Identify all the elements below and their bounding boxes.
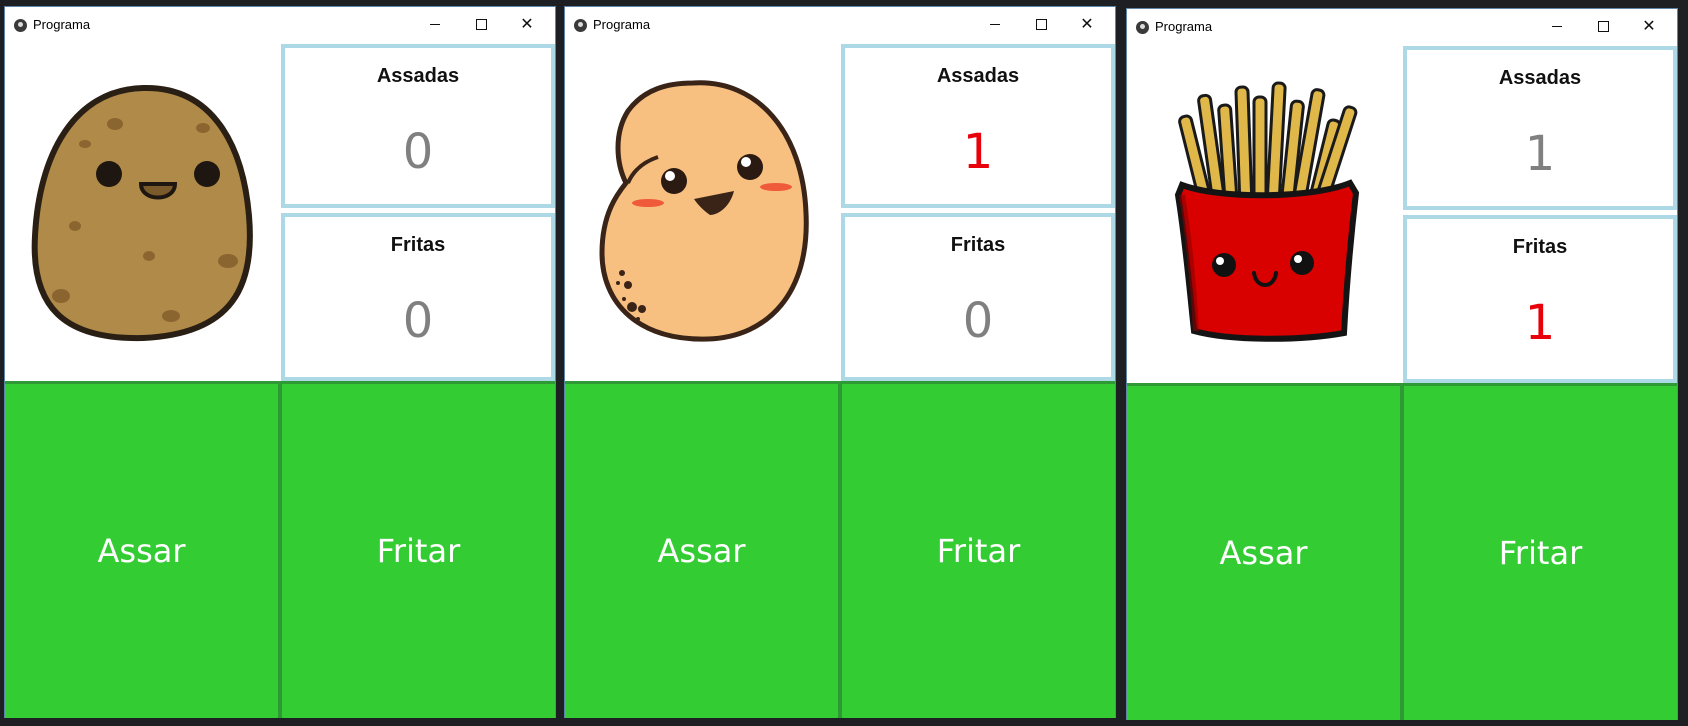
assadas-label: Assadas [1498,67,1582,89]
maximize-icon [1035,18,1047,30]
french-fries-icon [1174,81,1359,342]
app-content: Assadas 1 Fritas 0 Assar Fritar [565,41,1115,718]
maximize-button[interactable] [461,11,501,37]
assadas-label: Assadas [376,65,460,87]
food-image-pane [5,41,280,380]
title-bar[interactable]: Programa ✕ [1127,9,1677,43]
app-window-3: Programa ✕ Assadas 1 Fritas 1 Assar Frit… [1126,8,1678,720]
kivy-app-icon [1136,21,1149,34]
fritas-value: 0 [962,293,994,349]
kivy-app-icon [14,19,27,32]
app-content: Assadas 0 Fritas 0 Assar Fritar [5,41,555,718]
fritar-button[interactable]: Fritar [842,384,1115,718]
kivy-app-icon [574,19,587,32]
title-bar[interactable]: Programa ✕ [5,7,555,41]
assar-button[interactable]: Assar [1127,386,1400,720]
assar-button[interactable]: Assar [5,384,278,718]
fritas-value: 1 [1524,295,1556,351]
close-button[interactable]: ✕ [1067,11,1107,37]
assadas-value: 1 [962,124,994,180]
fritar-button[interactable]: Fritar [282,384,555,718]
minimize-button[interactable] [1537,13,1577,39]
minimize-icon [430,23,440,25]
fritas-label: Fritas [390,234,446,256]
maximize-icon [475,18,487,30]
close-icon: ✕ [1080,14,1094,33]
app-window-2: Programa ✕ Assadas 1 Fritas 0 Assar Frit… [564,6,1116,718]
fritas-label: Fritas [1512,236,1568,258]
close-button[interactable]: ✕ [1629,13,1669,39]
maximize-button[interactable] [1021,11,1061,37]
assadas-counter: Assadas 1 [841,44,1115,208]
minimize-icon [990,23,1000,25]
baked-potato-icon [598,80,809,342]
close-icon: ✕ [1642,16,1656,35]
assar-button[interactable]: Assar [565,384,838,718]
minimize-button[interactable] [415,11,455,37]
minimize-button[interactable] [975,11,1015,37]
food-image-pane [1127,43,1402,382]
fritas-label: Fritas [950,234,1006,256]
fritas-value: 0 [402,293,434,349]
fritas-counter: Fritas 0 [281,213,555,381]
action-buttons: Assar Fritar [1127,383,1677,720]
fritas-counter: Fritas 1 [1403,215,1677,383]
close-button[interactable]: ✕ [507,11,547,37]
food-image-pane [565,41,840,380]
assadas-counter: Assadas 1 [1403,46,1677,210]
brown-potato-icon [31,84,253,341]
window-title: Programa [593,17,651,32]
app-content: Assadas 1 Fritas 1 Assar Fritar [1127,43,1677,720]
assadas-label: Assadas [936,65,1020,87]
action-buttons: Assar Fritar [5,381,555,718]
fritar-button[interactable]: Fritar [1404,386,1677,720]
minimize-icon [1552,25,1562,27]
window-title: Programa [33,17,91,32]
action-buttons: Assar Fritar [565,381,1115,718]
title-bar[interactable]: Programa ✕ [565,7,1115,41]
assadas-value: 0 [402,124,434,180]
app-window-1: Programa ✕ Assadas 0 Fritas 0 Assar Frit… [4,6,556,718]
fritas-counter: Fritas 0 [841,213,1115,381]
assadas-value: 1 [1524,126,1556,182]
maximize-button[interactable] [1583,13,1623,39]
maximize-icon [1597,20,1609,32]
window-title: Programa [1155,19,1213,34]
assadas-counter: Assadas 0 [281,44,555,208]
close-icon: ✕ [520,14,534,33]
